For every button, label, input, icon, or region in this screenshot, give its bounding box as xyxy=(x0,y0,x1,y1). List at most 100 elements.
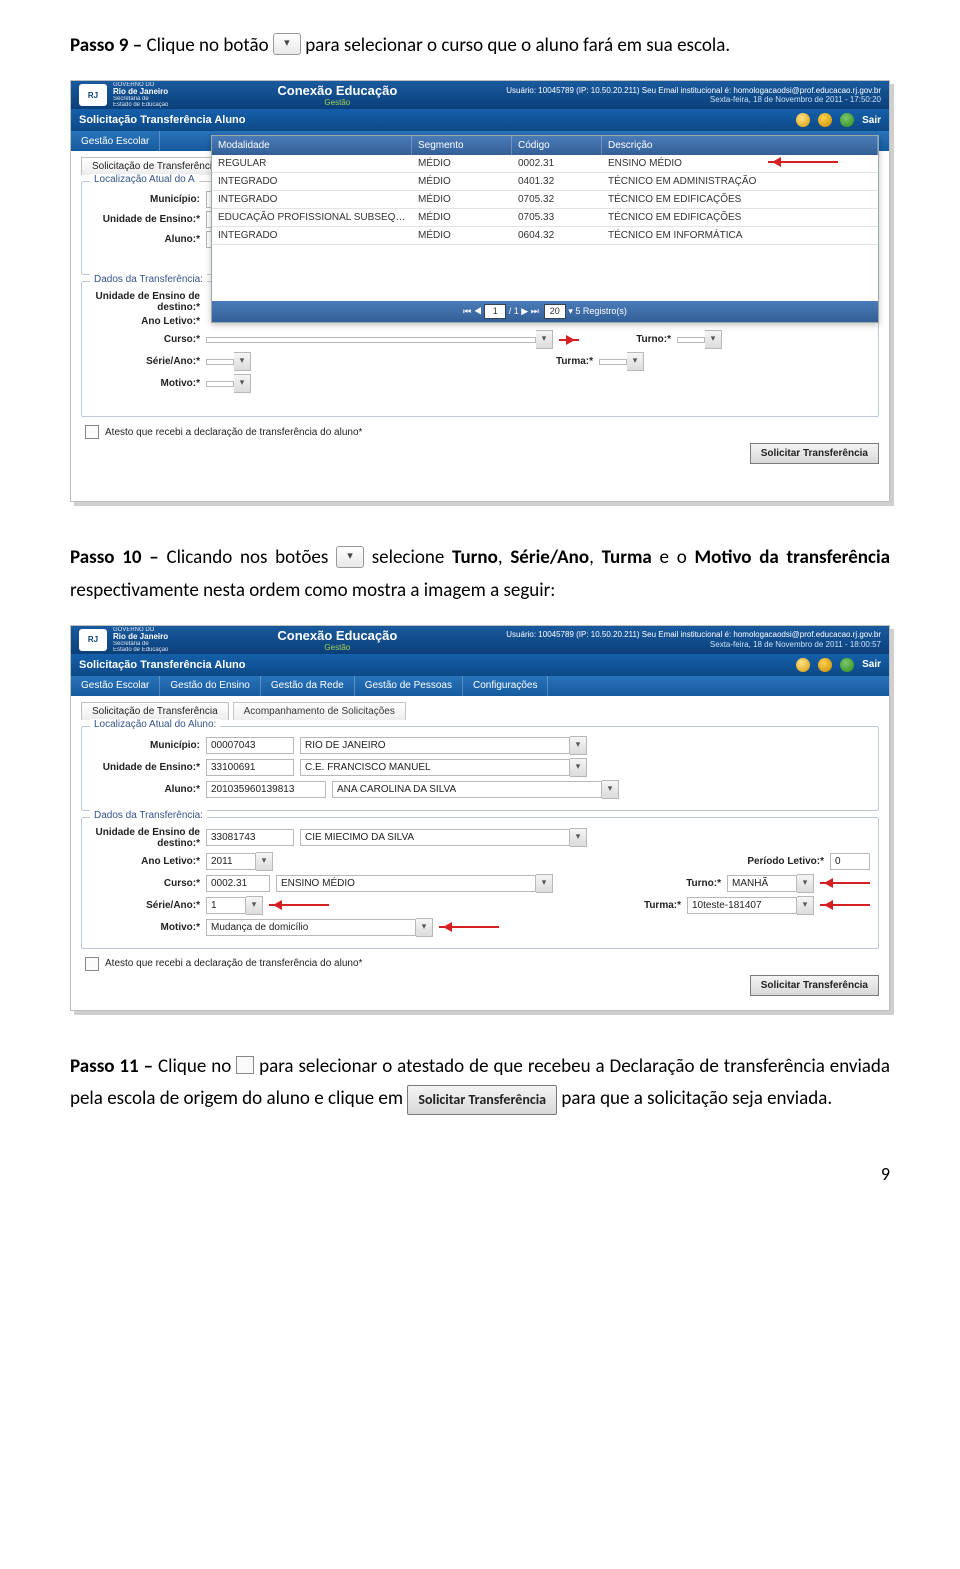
curso-dd[interactable]: ENSINO MÉDIO▾ xyxy=(276,874,553,893)
dest-code: 33081743 xyxy=(206,829,294,846)
popup-row[interactable]: INTEGRADOMÉDIO0604.32TÉCNICO EM INFORMÁT… xyxy=(212,227,878,245)
shot1-topbar: RJ GOVERNO DO Rio de Janeiro Secretaria … xyxy=(71,81,889,109)
shot1-curso-dd[interactable]: ▾ xyxy=(206,330,553,349)
cell: MÉDIO xyxy=(412,209,512,227)
step10-r3: e o xyxy=(652,546,695,569)
sair-link[interactable]: Sair xyxy=(862,659,881,670)
shot1-subtitle: Solicitação Transferência Aluno xyxy=(79,114,245,126)
shot1-turno-dd[interactable]: ▾ xyxy=(677,330,722,349)
menu-gestao-pessoas[interactable]: Gestão de Pessoas xyxy=(355,676,463,696)
conexao-wrap: Conexão Educação Gestão xyxy=(168,83,506,107)
shot2-user: Usuário: 10045789 (IP: 10.50.20.211) Seu… xyxy=(506,630,881,649)
step10-t1: Turno xyxy=(452,546,498,569)
shot2-user-line: Usuário: 10045789 (IP: 10.50.20.211) Seu… xyxy=(506,630,881,640)
pager-total: / 1 xyxy=(509,306,519,316)
tab-acompanhamento[interactable]: Acompanhamento de Solicitações xyxy=(233,702,406,720)
municipio-dd[interactable]: RIO DE JANEIRO▾ xyxy=(300,736,587,755)
home-icon[interactable] xyxy=(796,113,810,127)
shot2-subtitle: Solicitação Transferência Aluno xyxy=(79,659,245,671)
arrow-icon xyxy=(439,926,499,928)
star-icon[interactable] xyxy=(818,113,832,127)
menu-gestao-rede[interactable]: Gestão da Rede xyxy=(261,676,355,696)
lbl-periodo: Período Letivo:* xyxy=(744,856,824,867)
arrow-icon xyxy=(820,882,870,884)
home-icon[interactable] xyxy=(796,658,810,672)
brand-l1: GOVERNO DO xyxy=(113,82,168,88)
menu-gestao-ensino[interactable]: Gestão do Ensino xyxy=(160,676,261,696)
motivo-val: Mudança de domicílio xyxy=(206,919,416,936)
turma-dd[interactable]: 10teste-181407▾ xyxy=(687,896,814,915)
cell: MÉDIO xyxy=(412,227,512,245)
turno-dd[interactable]: MANHÃ▾ xyxy=(727,874,814,893)
lbl-aluno: Aluno:* xyxy=(90,234,200,245)
cell: ENSINO MÉDIO xyxy=(602,155,878,173)
exit-icon[interactable] xyxy=(840,113,854,127)
mun-nome: RIO DE JANEIRO xyxy=(300,737,570,754)
cell: MÉDIO xyxy=(412,191,512,209)
shot2-menubar: Gestão Escolar Gestão do Ensino Gestão d… xyxy=(71,676,889,696)
c2: , xyxy=(589,546,601,569)
chevron-down-icon: ▾ xyxy=(568,306,573,316)
pager-reg: 5 Registro(s) xyxy=(575,306,627,316)
lbl-motivo: Motivo:* xyxy=(90,922,200,933)
step9-bold: Passo 9 – xyxy=(70,34,146,57)
popup-header: Modalidade Segmento Código Descrição xyxy=(212,136,878,155)
menu-gestao-escolar[interactable]: Gestão Escolar xyxy=(71,676,160,696)
dest-dd[interactable]: CIE MIECIMO DA SILVA▾ xyxy=(300,828,587,847)
shot1-motivo-dd[interactable]: ▾ xyxy=(206,374,251,393)
step10-r1: Clicando nos botões xyxy=(166,546,336,569)
lbl-turma: Turma:* xyxy=(631,900,681,911)
chevron-down-icon: ▾ xyxy=(627,352,644,371)
decl-text: Atesto que recebi a declaração de transf… xyxy=(105,427,362,438)
serie-dd[interactable]: 1▾ xyxy=(206,896,263,915)
star-icon[interactable] xyxy=(818,658,832,672)
menu-gestao-escolar[interactable]: Gestão Escolar xyxy=(71,131,160,151)
dest-nome: CIE MIECIMO DA SILVA xyxy=(300,829,570,846)
popup-row[interactable]: INTEGRADOMÉDIO0401.32TÉCNICO EM ADMINIST… xyxy=(212,173,878,191)
decl-checkbox[interactable] xyxy=(85,957,99,971)
curso-code: 0002.31 xyxy=(206,875,270,892)
shot2-decl-row: Atesto que recebi a declaração de transf… xyxy=(85,957,879,971)
shot2-fs-loc-legend: Localização Atual do Aluno: xyxy=(90,719,220,730)
chevron-down-icon: ▾ xyxy=(705,330,722,349)
sair-link[interactable]: Sair xyxy=(862,115,881,126)
shot1-serie-dd[interactable]: ▾ xyxy=(206,352,251,371)
brand-l1: GOVERNO DO xyxy=(113,627,168,633)
ue-dd[interactable]: C.E. FRANCISCO MANUEL▾ xyxy=(300,758,587,777)
exit-icon[interactable] xyxy=(840,658,854,672)
popup-row[interactable]: REGULAR MÉDIO 0002.31 ENSINO MÉDIO xyxy=(212,155,878,173)
shot1-fs-dados-legend: Dados da Transferência: xyxy=(90,274,207,285)
lbl-turma: Turma:* xyxy=(543,356,593,367)
popup-row[interactable]: EDUCAÇÃO PROFISSIONAL SUBSEQUENTEMÉDIO07… xyxy=(212,209,878,227)
pager-size[interactable]: 20 xyxy=(544,304,566,319)
motivo-dd[interactable]: Mudança de domicílio▾ xyxy=(206,918,433,937)
shot1-subbar: Solicitação Transferência Aluno Sair xyxy=(71,109,889,131)
lbl-serie: Série/Ano:* xyxy=(90,900,200,911)
cell: TÉCNICO EM EDIFICAÇÕES xyxy=(602,191,878,209)
aluno-dd[interactable]: ANA CAROLINA DA SILVA▾ xyxy=(332,780,619,799)
brand-l2: Rio de Janeiro xyxy=(113,633,168,641)
ano-dd[interactable]: 2011▾ xyxy=(206,852,273,871)
ano-val: 2011 xyxy=(206,853,256,870)
menu-config[interactable]: Configurações xyxy=(463,676,548,696)
cell: TÉCNICO EM ADMINISTRAÇÃO xyxy=(602,173,878,191)
step11-text: Passo 11 – Clique no para selecionar o a… xyxy=(70,1051,890,1116)
curso-popup: Modalidade Segmento Código Descrição REG… xyxy=(211,135,879,323)
chevron-down-icon: ▾ xyxy=(570,828,587,847)
shot1-turma-dd[interactable]: ▾ xyxy=(599,352,644,371)
lbl-ue-dest: Unidade de Ensino de destino:* xyxy=(90,827,200,849)
shot2-date: Sexta-feira, 18 de Novembro de 2011 - 18… xyxy=(506,640,881,650)
tab-solicitacao[interactable]: Solicitação de Transferência xyxy=(81,702,229,720)
popup-row[interactable]: INTEGRADOMÉDIO0705.32TÉCNICO EM EDIFICAÇ… xyxy=(212,191,878,209)
cell: INTEGRADO xyxy=(212,173,412,191)
ue-nome: C.E. FRANCISCO MANUEL xyxy=(300,759,570,776)
decl-checkbox[interactable] xyxy=(85,425,99,439)
solicitar-button[interactable]: Solicitar Transferência xyxy=(750,975,879,996)
lbl-turno: Turno:* xyxy=(671,878,721,889)
step11-bold: Passo 11 – xyxy=(70,1055,158,1078)
step10-bold: Passo 10 – xyxy=(70,546,166,569)
pager-page[interactable]: 1 xyxy=(484,304,506,319)
shot1-fs-loc-legend: Localização Atual do A xyxy=(90,174,199,185)
tab-solicitacao[interactable]: Solicitação de Transferência xyxy=(81,157,229,175)
solicitar-button[interactable]: Solicitar Transferência xyxy=(750,443,879,464)
